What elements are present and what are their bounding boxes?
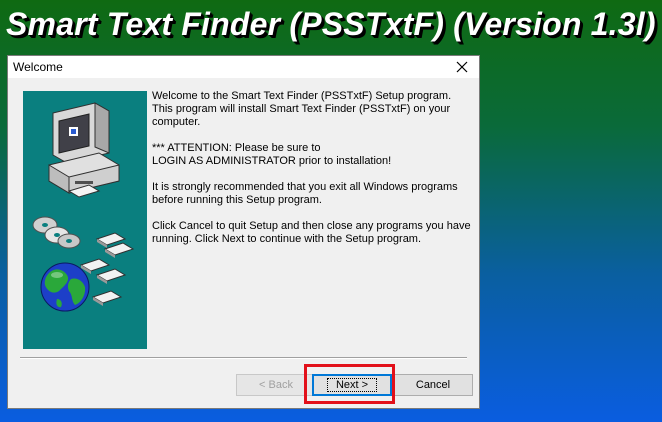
button-divider — [20, 357, 467, 359]
setup-illustration — [23, 91, 147, 349]
next-button-label: Next > — [326, 378, 378, 392]
floppy-icon — [79, 232, 135, 306]
welcome-text: Welcome to the Smart Text Finder (PSSTxt… — [152, 90, 472, 259]
recommendation-paragraph: It is strongly recommended that you exit… — [152, 181, 458, 206]
close-icon — [456, 61, 468, 73]
next-button[interactable]: Next > — [312, 374, 392, 396]
close-button[interactable] — [453, 58, 471, 76]
welcome-dialog: Welcome Welcome to the Smart Text Finder… — [7, 55, 480, 409]
app-banner-title: Smart Text Finder (PSSTxtF) (Version 1.3… — [6, 6, 656, 42]
disc-icon — [32, 216, 81, 249]
dialog-titlebar[interactable]: Welcome — [8, 56, 479, 78]
attention-paragraph: *** ATTENTION: Please be sure to LOGIN A… — [152, 142, 392, 167]
dialog-title: Welcome — [13, 60, 63, 74]
cancel-button[interactable]: Cancel — [393, 374, 473, 396]
globe-icon — [40, 262, 90, 312]
back-button[interactable]: < Back — [236, 374, 316, 396]
instructions-paragraph: Click Cancel to quit Setup and then clos… — [152, 220, 471, 245]
welcome-paragraph: Welcome to the Smart Text Finder (PSSTxt… — [152, 90, 452, 128]
computer-icon — [48, 102, 120, 198]
